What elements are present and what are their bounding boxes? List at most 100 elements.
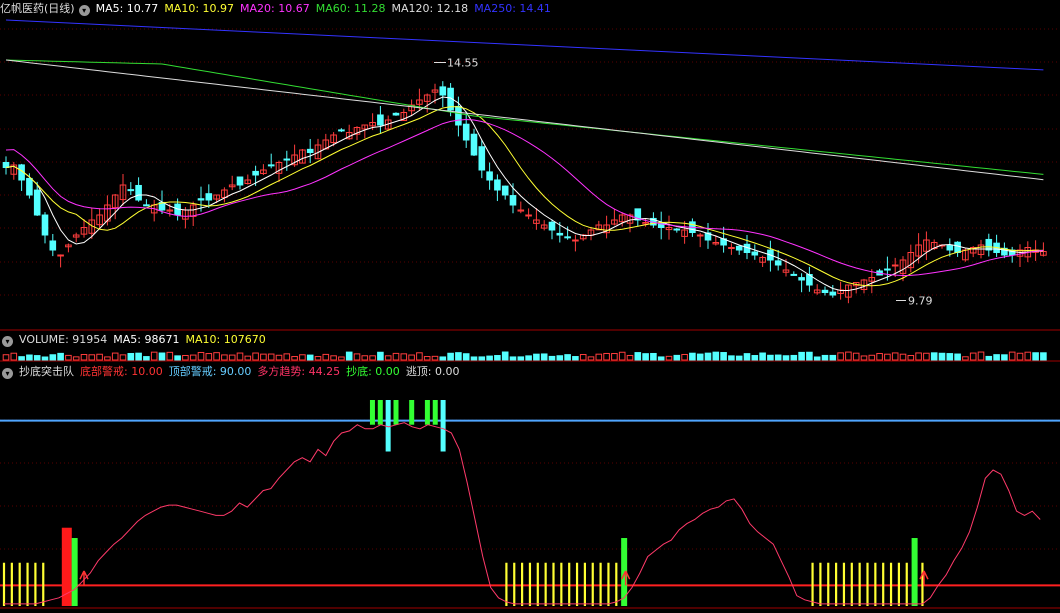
volume-bar: [782, 355, 790, 361]
volume-bar: [540, 353, 548, 361]
candle-body: [556, 232, 564, 236]
volume-bar: [361, 355, 369, 361]
green-signal-bar: [71, 538, 78, 606]
volume-bar: [416, 352, 423, 361]
volume-bar: [1032, 352, 1039, 361]
grid-lines: [0, 28, 1060, 609]
volume-bar: [977, 351, 985, 361]
volume-bar: [993, 354, 1000, 361]
volume-bar: [860, 355, 868, 361]
volume-bar: [244, 355, 252, 361]
volume-bar: [150, 351, 158, 361]
top-zone-bar: [393, 400, 399, 425]
volume-bar: [665, 355, 673, 361]
volume-bar: [509, 356, 517, 361]
volume-bar: [533, 353, 540, 361]
volume-bar: [1040, 352, 1047, 361]
volume-bar: [704, 352, 712, 361]
volume-bar: [291, 356, 298, 361]
volume-bar: [252, 352, 259, 361]
candle-body: [338, 129, 345, 132]
candle-body: [564, 236, 571, 239]
candle-body: [572, 239, 579, 242]
volume-bar: [228, 354, 236, 361]
volume-bar: [681, 353, 688, 361]
volume-bar: [712, 351, 720, 361]
volume-bar: [2, 354, 10, 361]
candle-body: [751, 251, 759, 256]
volume-bar: [197, 351, 205, 361]
volume-bar: [470, 356, 478, 361]
volume-bar: [408, 354, 415, 361]
candle-body: [735, 245, 743, 251]
candle-body: [462, 123, 470, 141]
candle-body: [455, 105, 462, 126]
volume-bar: [111, 352, 119, 361]
volume-bar: [189, 354, 197, 361]
volume-bar: [774, 354, 782, 361]
volume-bar: [1001, 354, 1008, 361]
volume-panel: [2, 351, 1047, 361]
volume-bar: [353, 353, 361, 361]
candle-body: [33, 189, 41, 216]
volume-bar: [345, 351, 353, 361]
candle-body: [26, 177, 33, 196]
volume-bar: [884, 353, 891, 361]
candle-body: [486, 171, 493, 181]
candle-body: [41, 214, 49, 236]
volume-bar: [501, 351, 509, 361]
volume-bar: [821, 354, 829, 361]
volume-bar: [962, 356, 969, 361]
volume-bar: [626, 354, 634, 361]
volume-bar: [283, 353, 291, 361]
volume-bar: [80, 354, 88, 361]
volume-bar: [790, 354, 798, 361]
candle-body: [49, 240, 57, 251]
volume-bar: [447, 352, 454, 361]
top-zone-bar: [377, 400, 383, 425]
volume-bar: [26, 354, 33, 361]
candle-body: [673, 228, 681, 231]
candle-body: [236, 176, 244, 186]
volume-bar: [267, 353, 275, 361]
candle-body: [494, 179, 501, 191]
high-price-label: 14.55: [447, 57, 479, 70]
volume-bar: [548, 355, 556, 361]
volume-bar: [127, 352, 135, 361]
candle-body: [267, 164, 275, 167]
volume-bar: [41, 356, 49, 361]
candle-body: [774, 260, 782, 266]
volume-bar: [1008, 351, 1016, 361]
volume-bar: [579, 354, 587, 361]
volume-bar: [907, 355, 915, 361]
candle-body: [470, 133, 478, 156]
volume-bar: [642, 353, 649, 361]
volume-bar: [899, 353, 907, 361]
volume-bar: [1024, 351, 1032, 361]
candle-body: [696, 234, 704, 237]
volume-bar: [439, 356, 447, 361]
volume-bar: [587, 356, 595, 361]
volume-bar: [891, 352, 899, 361]
volume-bar: [650, 352, 657, 361]
candle-body: [884, 268, 891, 271]
candle-body: [728, 247, 735, 249]
candle-body: [798, 277, 805, 281]
volume-bar: [392, 352, 400, 361]
volume-bar: [33, 355, 41, 361]
candle-body: [392, 112, 400, 116]
volume-bar: [813, 356, 821, 361]
volume-bar: [10, 352, 18, 361]
volume-bar: [486, 355, 493, 361]
candle-body: [135, 184, 142, 201]
volume-bar: [525, 355, 532, 361]
volume-bar: [829, 354, 837, 361]
volume-bar: [969, 352, 977, 361]
volume-bar: [182, 354, 189, 361]
volume-bar: [938, 352, 946, 361]
low-price-label: 9.79: [908, 295, 933, 308]
candle-body: [829, 291, 837, 296]
volume-bar: [767, 354, 774, 361]
volume-bar: [1016, 352, 1024, 361]
volume-bar: [618, 351, 626, 361]
